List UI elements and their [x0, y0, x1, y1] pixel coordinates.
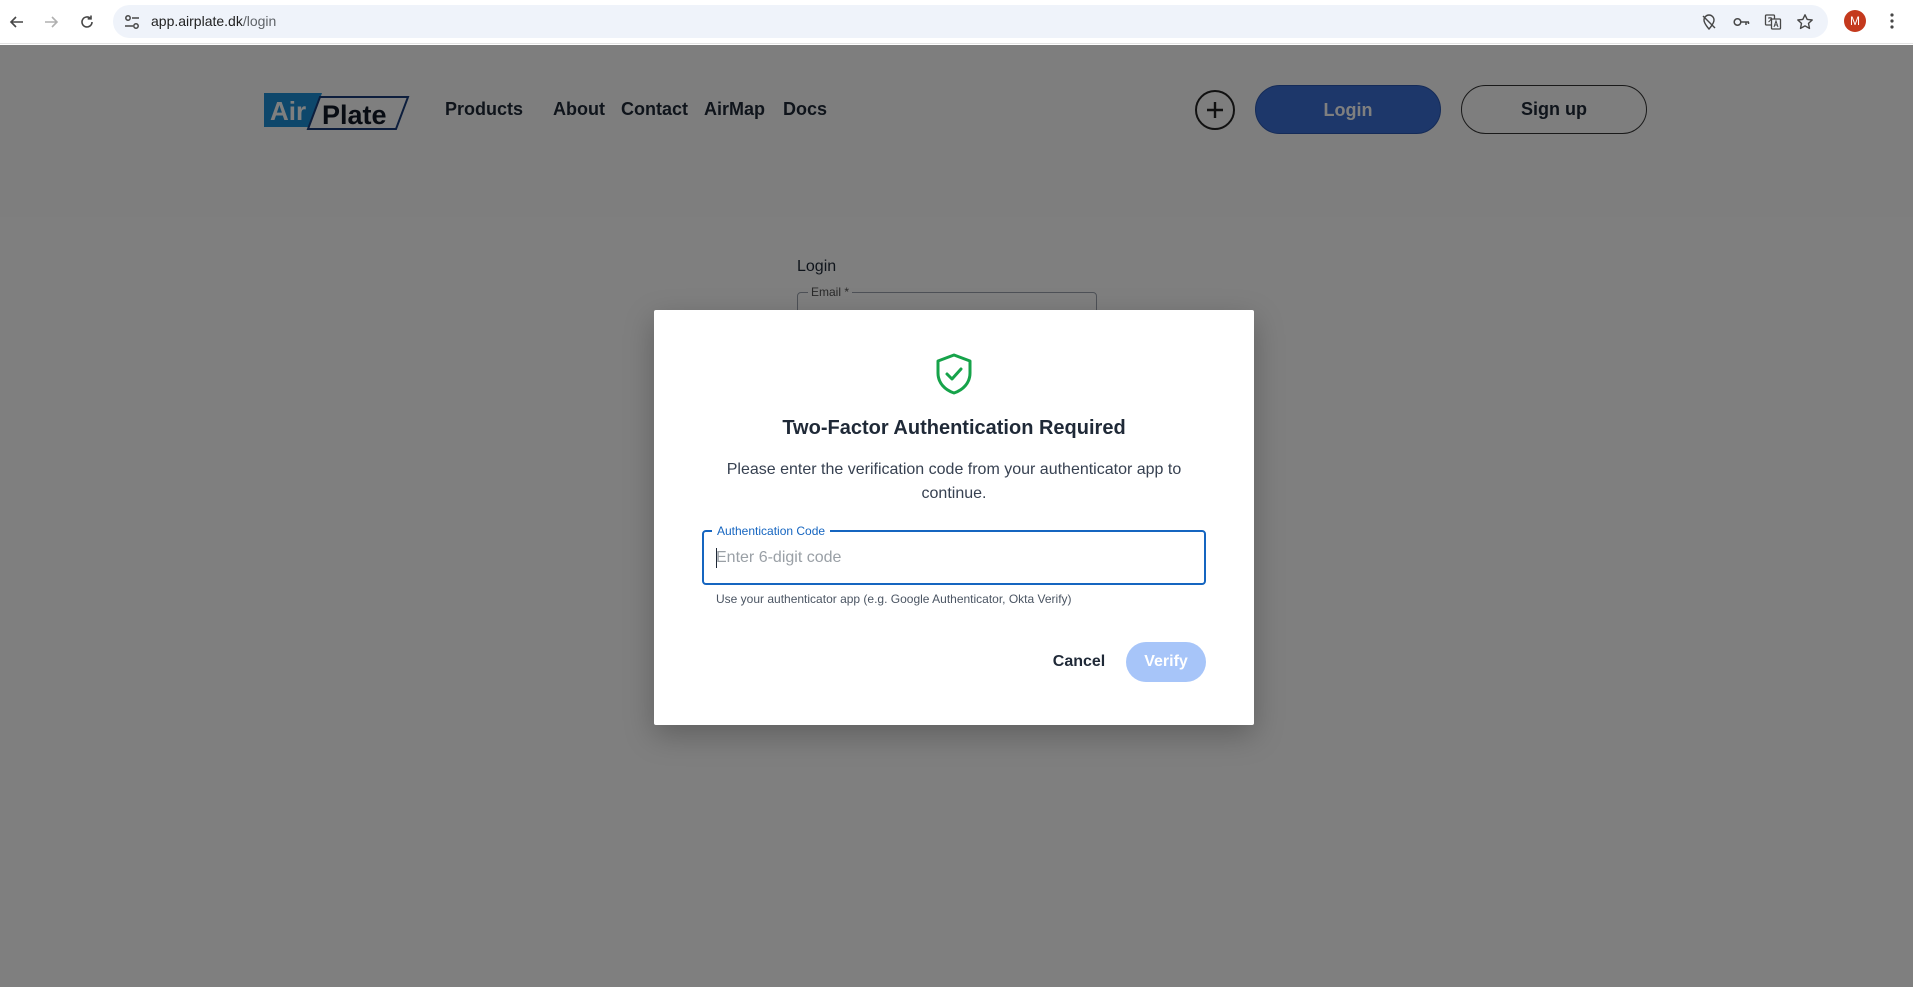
location-off-icon[interactable] [1700, 13, 1718, 31]
verify-button[interactable]: Verify [1126, 642, 1206, 682]
authentication-code-helper: Use your authenticator app (e.g. Google … [716, 592, 1072, 606]
url-path: /login [242, 13, 277, 29]
translate-icon[interactable] [1764, 13, 1782, 31]
reload-button[interactable] [74, 9, 100, 35]
shield-check-icon [936, 353, 972, 395]
key-icon[interactable] [1732, 13, 1750, 31]
more-vert-icon[interactable] [1882, 11, 1902, 31]
forward-button[interactable] [38, 9, 64, 35]
profile-avatar[interactable]: M [1844, 10, 1866, 32]
authentication-code-field[interactable] [702, 530, 1206, 585]
browser-toolbar: app.airplate.dk/login M [0, 0, 1913, 44]
arrow-right-icon [45, 16, 59, 28]
authentication-code-label: Authentication Code [712, 524, 831, 538]
site-settings-icon[interactable] [123, 13, 141, 31]
reload-icon [81, 15, 93, 28]
dialog-title: Two-Factor Authentication Required [782, 417, 1126, 439]
authentication-code-input[interactable] [716, 544, 1192, 572]
address-bar[interactable]: app.airplate.dk/login [113, 5, 1828, 38]
dialog-description: Please enter the verification code from … [726, 461, 1182, 502]
arrow-left-icon [9, 16, 23, 28]
two-factor-dialog: Two-Factor Authentication Required Pleas… [654, 310, 1254, 725]
cancel-button[interactable]: Cancel [1044, 642, 1114, 682]
bookmark-star-icon[interactable] [1796, 13, 1814, 31]
back-button[interactable] [4, 9, 30, 35]
url-host: app.airplate.dk [151, 13, 243, 29]
text-caret [716, 548, 717, 568]
url-text[interactable]: app.airplate.dk/login [151, 13, 276, 30]
